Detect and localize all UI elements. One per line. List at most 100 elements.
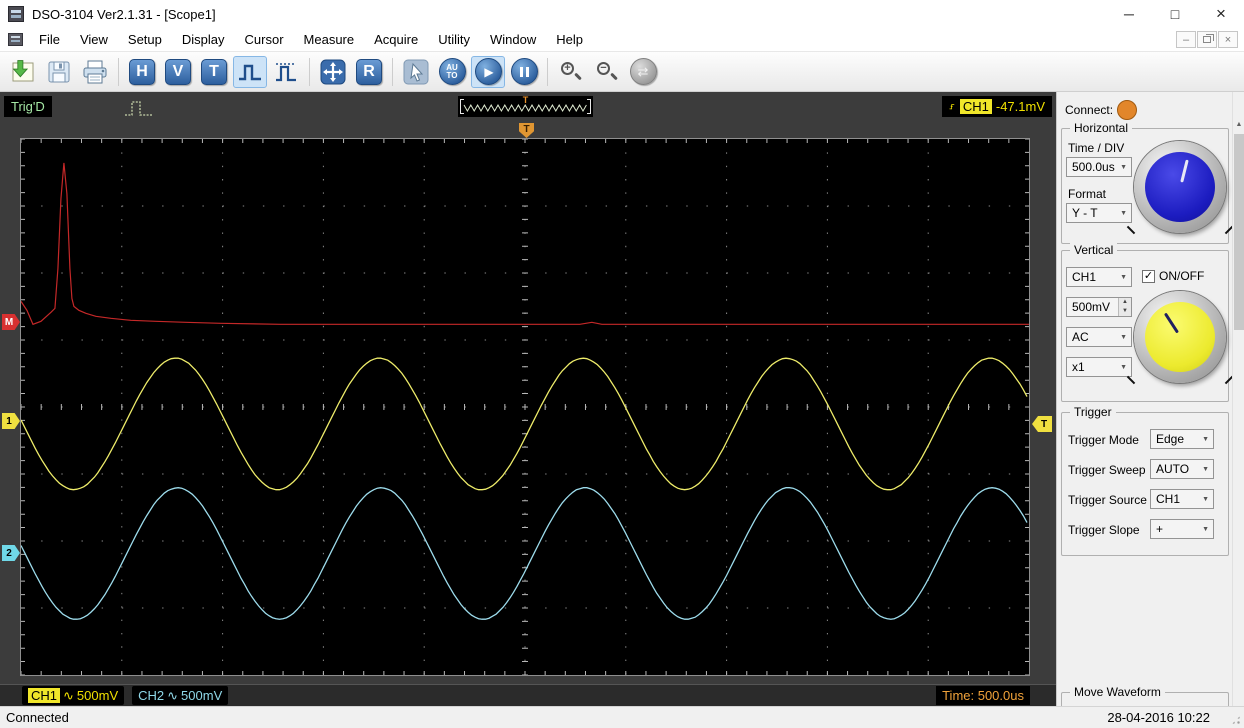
horizontal-group: Horizontal Time / DIV 500.0us ▼ Format Y … bbox=[1061, 121, 1234, 244]
vertical-group-title: Vertical bbox=[1070, 243, 1118, 257]
trigger-source-chip: CH1 bbox=[959, 99, 992, 114]
mdi-restore-button[interactable] bbox=[1197, 31, 1217, 48]
ch2-coupling-icon: ∿ bbox=[167, 687, 179, 703]
trigger-level-value: -47.1mV bbox=[995, 99, 1045, 114]
datetime-label: 28-04-2016 10:22 bbox=[1107, 710, 1210, 725]
mdi-restore-icon bbox=[1203, 34, 1214, 43]
minimize-icon: ─ bbox=[1124, 6, 1134, 22]
vertical-knob-face bbox=[1145, 302, 1215, 372]
cursor-button[interactable] bbox=[399, 56, 433, 88]
volt-div-stepper[interactable]: 500mV ▲ ▼ bbox=[1066, 297, 1132, 317]
pulse-measure-button[interactable] bbox=[233, 55, 267, 88]
open-button[interactable] bbox=[6, 56, 40, 88]
trigger-position-marker[interactable]: T bbox=[519, 123, 534, 138]
waveform-position-preview[interactable]: T bbox=[458, 96, 593, 117]
time-div-label: Time / DIV bbox=[1068, 141, 1125, 155]
channel-select[interactable]: CH1 ▼ bbox=[1066, 267, 1132, 287]
trigger-mode-select[interactable]: Edge ▼ bbox=[1150, 429, 1214, 449]
ch2-position-marker[interactable]: 2 bbox=[2, 545, 20, 561]
time-div-select[interactable]: 500.0us ▼ bbox=[1066, 157, 1132, 177]
menu-setup[interactable]: Setup bbox=[118, 29, 172, 50]
ch1-info-badge[interactable]: CH1 ∿ 500mV bbox=[22, 686, 125, 705]
document-icon bbox=[8, 33, 23, 46]
math-channel-marker[interactable]: M bbox=[2, 314, 20, 330]
chevron-down-icon: ▼ bbox=[1120, 273, 1127, 281]
window-title: DSO-3104 Ver2.1.31 - [Scope1] bbox=[32, 6, 216, 22]
trigger-mode-label: Trigger Mode bbox=[1068, 433, 1139, 447]
maximize-icon: □ bbox=[1170, 6, 1180, 22]
menu-display[interactable]: Display bbox=[172, 29, 235, 50]
menu-acquire[interactable]: Acquire bbox=[364, 29, 428, 50]
horizontal-knob-face bbox=[1145, 152, 1215, 222]
mdi-minimize-icon: – bbox=[1182, 33, 1190, 46]
print-icon bbox=[83, 60, 107, 83]
math-icon bbox=[320, 59, 346, 84]
coupling-select[interactable]: AC ▼ bbox=[1066, 327, 1132, 347]
preview-right-bracket bbox=[587, 99, 591, 114]
stepper-arrows-icon[interactable]: ▲ ▼ bbox=[1118, 298, 1131, 316]
timebase-badge: Time: 500.0us bbox=[936, 686, 1030, 705]
connection-status: Connected bbox=[6, 710, 69, 725]
mdi-minimize-button[interactable]: – bbox=[1176, 31, 1196, 48]
cursor-icon bbox=[403, 59, 429, 84]
trigger-pulse-icon bbox=[125, 101, 152, 116]
menu-window[interactable]: Window bbox=[480, 29, 546, 50]
preview-trigger-marker: T bbox=[522, 95, 529, 105]
open-icon bbox=[12, 59, 34, 81]
trigger-source-select[interactable]: CH1 ▼ bbox=[1150, 489, 1214, 509]
format-select[interactable]: Y - T ▼ bbox=[1066, 203, 1132, 223]
zoom-in-button[interactable]: + bbox=[554, 56, 588, 88]
print-button[interactable] bbox=[78, 56, 112, 88]
menu-file[interactable]: File bbox=[29, 29, 70, 50]
panel-scrollbar[interactable]: ▲ bbox=[1232, 92, 1244, 706]
trigger-sweep-select[interactable]: AUTO ▼ bbox=[1150, 459, 1214, 479]
toolbar-separator bbox=[392, 57, 393, 86]
mdi-close-icon: × bbox=[1224, 33, 1232, 46]
menu-measure[interactable]: Measure bbox=[294, 29, 365, 50]
oscilloscope-display[interactable]: FFT : 200mV / DIV 10.00KHz / DIV Sa. Rat… bbox=[20, 138, 1030, 713]
auto-setup-button[interactable]: AU TO bbox=[435, 56, 469, 88]
ch1-position-marker[interactable]: 1 bbox=[2, 413, 20, 429]
maximize-button[interactable]: □ bbox=[1152, 0, 1198, 28]
vertical-setup-button[interactable]: V bbox=[161, 56, 195, 88]
channel-onoff-toggle[interactable]: ✓ ON/OFF bbox=[1142, 269, 1204, 283]
trigger-level-marker[interactable]: T bbox=[1032, 416, 1052, 432]
scrollbar-thumb[interactable] bbox=[1234, 134, 1244, 330]
horizontal-group-title: Horizontal bbox=[1070, 121, 1133, 135]
menu-help[interactable]: Help bbox=[546, 29, 593, 50]
checkbox-checked-icon: ✓ bbox=[1142, 269, 1155, 283]
save-icon bbox=[48, 61, 70, 82]
close-button[interactable]: × bbox=[1198, 0, 1244, 28]
play-icon: ▶ bbox=[474, 58, 502, 85]
minimize-button[interactable]: ─ bbox=[1106, 0, 1152, 28]
pulse-pass-fail-button[interactable] bbox=[269, 56, 303, 88]
pause-button[interactable] bbox=[507, 56, 541, 88]
horizontal-icon: H bbox=[129, 58, 155, 85]
menu-view[interactable]: View bbox=[70, 29, 118, 50]
trigger-setup-button[interactable]: T bbox=[197, 56, 231, 88]
probe-select[interactable]: x1 ▼ bbox=[1066, 357, 1132, 377]
resize-grip[interactable] bbox=[1231, 715, 1241, 725]
save-button[interactable] bbox=[42, 56, 76, 88]
horizontal-setup-button[interactable]: H bbox=[125, 56, 159, 88]
record-button[interactable]: R bbox=[352, 56, 386, 88]
menu-utility[interactable]: Utility bbox=[428, 29, 480, 50]
horizontal-knob[interactable] bbox=[1126, 141, 1234, 235]
math-button[interactable] bbox=[316, 56, 350, 88]
ch2-info-badge[interactable]: CH2 ∿ 500mV bbox=[132, 686, 229, 705]
menu-cursor[interactable]: Cursor bbox=[235, 29, 294, 50]
trigger-slope-select[interactable]: + ▼ bbox=[1150, 519, 1214, 539]
menu-bar: File View Setup Display Cursor Measure A… bbox=[0, 28, 1244, 52]
run-button[interactable]: ▶ bbox=[471, 55, 505, 88]
auto-icon: AU TO bbox=[438, 58, 466, 85]
mdi-close-button[interactable]: × bbox=[1218, 31, 1238, 48]
pause-icon bbox=[510, 58, 538, 85]
sync-button[interactable]: ⇄ bbox=[626, 56, 660, 88]
scroll-up-icon[interactable]: ▲ bbox=[1233, 118, 1244, 132]
preview-left-bracket bbox=[460, 99, 464, 114]
scope-area: Trig'D T CH1 -47.1mV FFT : 200mV / DIV 1… bbox=[0, 92, 1056, 713]
zoom-out-icon: − bbox=[595, 60, 619, 84]
chevron-down-icon: ▼ bbox=[1202, 465, 1209, 473]
zoom-out-button[interactable]: − bbox=[590, 56, 624, 88]
vertical-knob[interactable] bbox=[1126, 291, 1234, 385]
